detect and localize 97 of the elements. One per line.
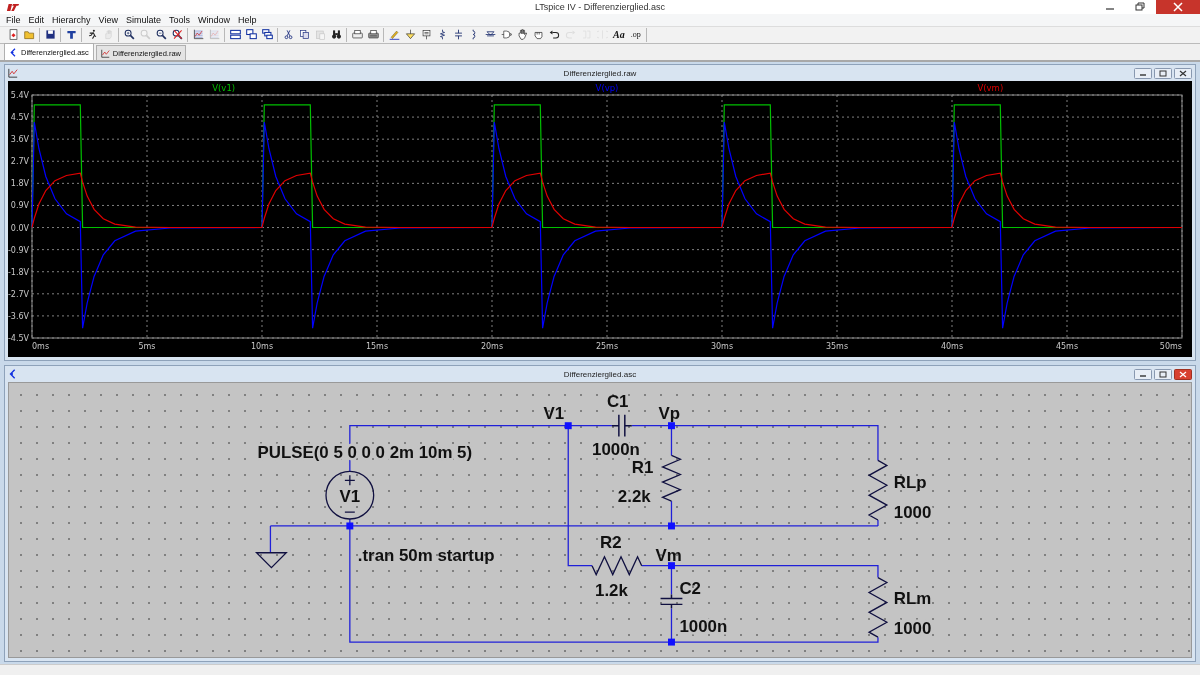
zoom-out-icon[interactable] xyxy=(155,29,167,41)
menu-item[interactable]: Simulate xyxy=(121,14,165,25)
menu-item[interactable]: View xyxy=(94,14,122,25)
axis-tick-label: 40ms xyxy=(940,342,964,352)
spice-directive-button[interactable]: .op xyxy=(628,30,643,40)
component-label[interactable]: C2 xyxy=(679,579,701,599)
axis-tick-label: 0.0V xyxy=(10,223,29,233)
resistor-symbol[interactable] xyxy=(867,576,889,638)
component-value[interactable]: 1000 xyxy=(893,503,932,523)
menu-item[interactable]: Tools xyxy=(164,14,194,25)
runner-icon[interactable] xyxy=(86,29,98,41)
menu-item[interactable]: File xyxy=(2,14,25,25)
axis-tick-label: 5.4V xyxy=(10,91,29,101)
component-label[interactable]: R1 xyxy=(631,458,654,478)
component-value[interactable]: 2.2k xyxy=(617,487,651,507)
app-logo-icon xyxy=(6,2,20,12)
trace-name[interactable]: V(vm) xyxy=(977,83,1004,94)
net-label-icon[interactable] xyxy=(420,29,432,41)
axis-tick-label: 25ms xyxy=(595,342,619,352)
axis-tick-label: -1.8V xyxy=(8,267,29,277)
waveform-icon xyxy=(100,48,110,58)
text-tool-button[interactable]: Aa xyxy=(611,29,627,41)
component-value[interactable]: 1.2k xyxy=(595,581,628,601)
chart-icon[interactable] xyxy=(192,29,204,41)
fist-icon[interactable] xyxy=(532,29,544,41)
scissors-icon[interactable] xyxy=(282,29,294,41)
axis-tick-label: -4.5V xyxy=(8,334,29,344)
axis-tick-label: -0.9V xyxy=(8,245,29,255)
axis-tick-label: 10ms xyxy=(250,342,274,352)
axis-tick-label: 0.9V xyxy=(10,201,29,211)
ground-icon[interactable] xyxy=(404,29,416,41)
component-icon[interactable] xyxy=(500,29,512,41)
net-label[interactable]: Vp xyxy=(658,403,681,423)
axis-tick-label: 1.8V xyxy=(10,179,29,189)
axis-tick-label: 4.5V xyxy=(10,113,29,123)
axis-tick-label: 3.6V xyxy=(10,135,29,145)
printer-icon[interactable] xyxy=(367,29,379,41)
axis-tick-label: 20ms xyxy=(480,342,504,352)
axis-tick-label: 30ms xyxy=(710,342,734,352)
spice-directive[interactable]: .tran 50m startup xyxy=(357,545,495,565)
zoom-in-icon[interactable] xyxy=(123,29,135,41)
tile-windows-icon[interactable] xyxy=(229,29,241,41)
axis-tick-label: 50ms xyxy=(1159,342,1182,352)
binoculars-icon[interactable] xyxy=(330,29,342,41)
window-title: LTspice IV - Differenzierglied.asc xyxy=(533,2,667,12)
tile-windows-icon[interactable] xyxy=(261,29,273,41)
menu-item[interactable]: Window xyxy=(193,14,234,25)
undo-icon[interactable] xyxy=(548,29,560,41)
close-button[interactable] xyxy=(1174,67,1192,79)
pencil-icon[interactable] xyxy=(388,29,400,41)
ground-symbol[interactable] xyxy=(254,552,288,569)
menu-item[interactable]: Edit xyxy=(24,14,49,25)
source-label[interactable]: V1 xyxy=(339,487,361,507)
cascade-windows-icon[interactable] xyxy=(245,29,257,41)
window-title: Differenzierglied.asc xyxy=(563,369,637,379)
copy-icon[interactable] xyxy=(298,29,310,41)
axis-tick-label: 0ms xyxy=(32,342,50,352)
folder-icon[interactable] xyxy=(23,29,35,41)
axis-tick-label: -3.6V xyxy=(8,311,29,321)
new-document-icon[interactable] xyxy=(7,29,19,41)
component-label[interactable]: R2 xyxy=(600,532,622,552)
minimize-button[interactable] xyxy=(1134,67,1152,79)
axis-tick-label: 35ms xyxy=(825,342,849,352)
hand-icon[interactable] xyxy=(516,29,528,41)
voltage-source-symbol[interactable] xyxy=(325,470,375,520)
menu-item[interactable]: Help xyxy=(233,14,261,25)
axis-tick-label: 5ms xyxy=(138,342,156,352)
axis-tick-label: 45ms xyxy=(1055,342,1079,352)
schematic-icon xyxy=(9,47,18,57)
close-button[interactable] xyxy=(1174,368,1192,380)
save-icon[interactable] xyxy=(44,29,56,41)
component-value[interactable]: 1000n xyxy=(679,617,728,637)
waveform-icon xyxy=(8,68,18,79)
net-label[interactable]: V1 xyxy=(543,403,565,423)
axis-tick-label: 15ms xyxy=(365,342,389,352)
minimize-button[interactable] xyxy=(1134,368,1152,380)
menu-item[interactable]: Hierarchy xyxy=(48,14,95,25)
axis-tick-label: -2.7V xyxy=(8,289,29,299)
net-label[interactable]: Vm xyxy=(655,545,682,565)
window-title: Differenzierglied.raw xyxy=(563,68,637,78)
resistor-symbol[interactable] xyxy=(867,459,889,521)
capacitor-symbol[interactable] xyxy=(611,414,633,438)
magnifier-cross-icon[interactable] xyxy=(171,29,183,41)
resistor-symbol[interactable] xyxy=(660,454,683,502)
axis-tick-label: 2.7V xyxy=(10,157,29,167)
component-label[interactable]: RLp xyxy=(893,473,927,493)
schematic-icon xyxy=(8,369,18,380)
trace-name[interactable]: V(v1) xyxy=(212,83,236,94)
component-label[interactable]: C1 xyxy=(606,391,629,411)
capacitor-icon[interactable] xyxy=(452,29,464,41)
close-button[interactable] xyxy=(1156,0,1200,14)
component-value[interactable]: 1000n xyxy=(592,440,640,460)
resistor-symbol[interactable] xyxy=(591,555,643,577)
capacitor-symbol[interactable] xyxy=(659,593,684,610)
component-value[interactable]: 1000 xyxy=(893,619,932,639)
component-label[interactable]: RLm xyxy=(893,589,932,609)
printer-icon[interactable] xyxy=(351,29,363,41)
